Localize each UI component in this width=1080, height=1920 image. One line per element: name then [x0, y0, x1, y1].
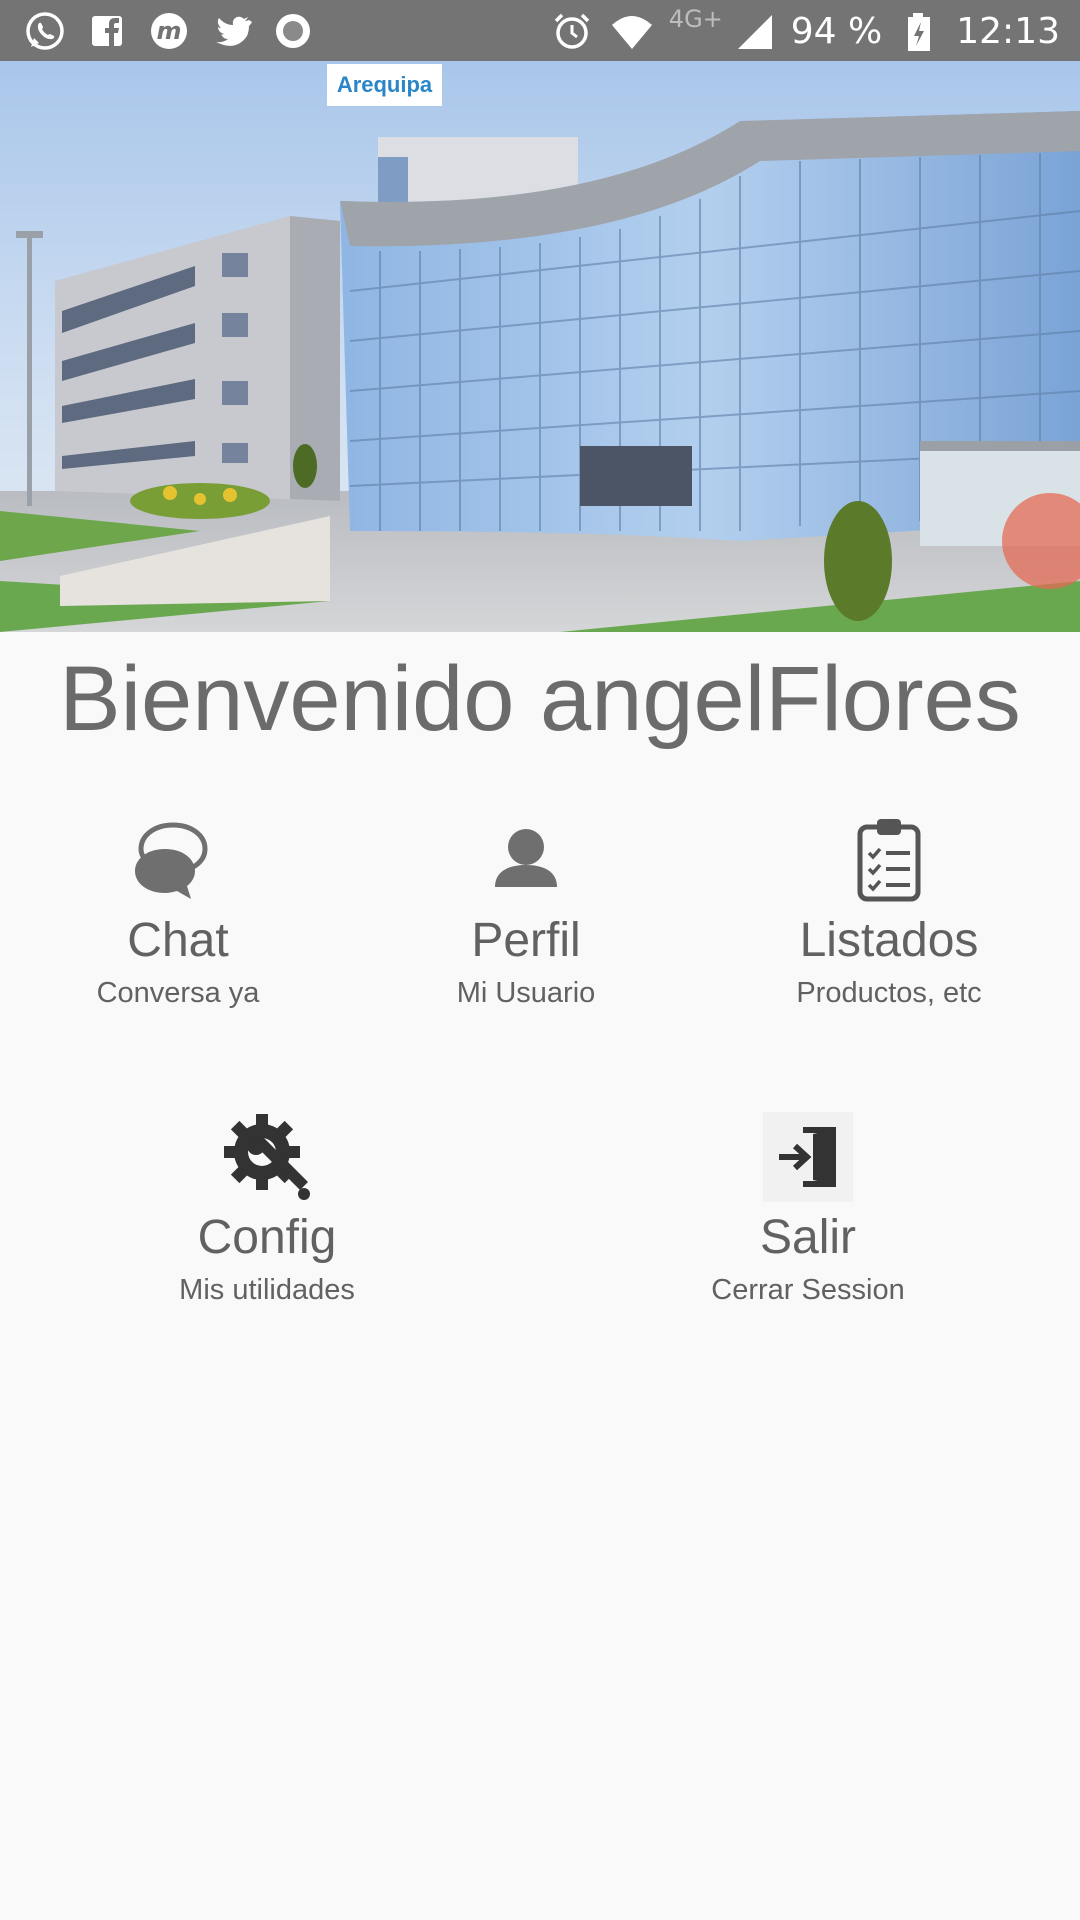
listados-title: Listados [799, 914, 979, 967]
network-type: 4G+ [668, 5, 723, 33]
chat-subtitle: Conversa ya [96, 977, 260, 1009]
perfil-title: Perfil [471, 914, 581, 967]
m-app-icon: m [146, 8, 192, 54]
salir-subtitle: Cerrar Session [711, 1274, 905, 1306]
salir-title: Salir [759, 1211, 857, 1264]
chat-title: Chat [127, 914, 229, 967]
menu-item-config[interactable]: Config Mis utilidades [147, 1112, 387, 1308]
hero-image: Arequipa [0, 61, 1080, 632]
system-icons: 4G+ 94 % 12:13 [549, 5, 1060, 54]
perfil-subtitle: Mi Usuario [456, 977, 596, 1009]
clipboard-list-icon [844, 815, 934, 905]
battery-charging-icon [896, 8, 942, 54]
listados-subtitle: Productos, etc [796, 977, 982, 1009]
config-subtitle: Mis utilidades [179, 1274, 355, 1306]
chat-bubbles-icon [133, 815, 223, 905]
hero-location-badge: Arequipa [327, 64, 442, 106]
welcome-title: Bienvenido angelFlores [59, 648, 1021, 750]
menu-item-salir[interactable]: Salir Cerrar Session [688, 1112, 928, 1308]
user-icon [481, 815, 571, 905]
wifi-icon [609, 8, 655, 54]
svg-text:m: m [156, 17, 181, 45]
battery-percent: 94 % [790, 10, 883, 52]
alarm-icon [549, 8, 595, 54]
menu-item-chat[interactable]: Chat Conversa ya [58, 815, 298, 1011]
facebook-icon [84, 8, 130, 54]
twitter-icon [208, 8, 254, 54]
status-bar: m 4G+ 94 % 12:13 [0, 0, 1080, 61]
menu-item-perfil[interactable]: Perfil Mi Usuario [406, 815, 646, 1011]
settings-wrench-icon [222, 1112, 312, 1202]
record-icon [270, 8, 316, 54]
menu-item-listados[interactable]: Listados Productos, etc [754, 815, 1024, 1011]
whatsapp-icon [22, 8, 68, 54]
clock: 12:13 [956, 10, 1060, 52]
notification-icons: m [22, 8, 316, 54]
signal-icon [731, 8, 777, 54]
logout-icon [763, 1112, 853, 1202]
config-title: Config [197, 1211, 337, 1264]
